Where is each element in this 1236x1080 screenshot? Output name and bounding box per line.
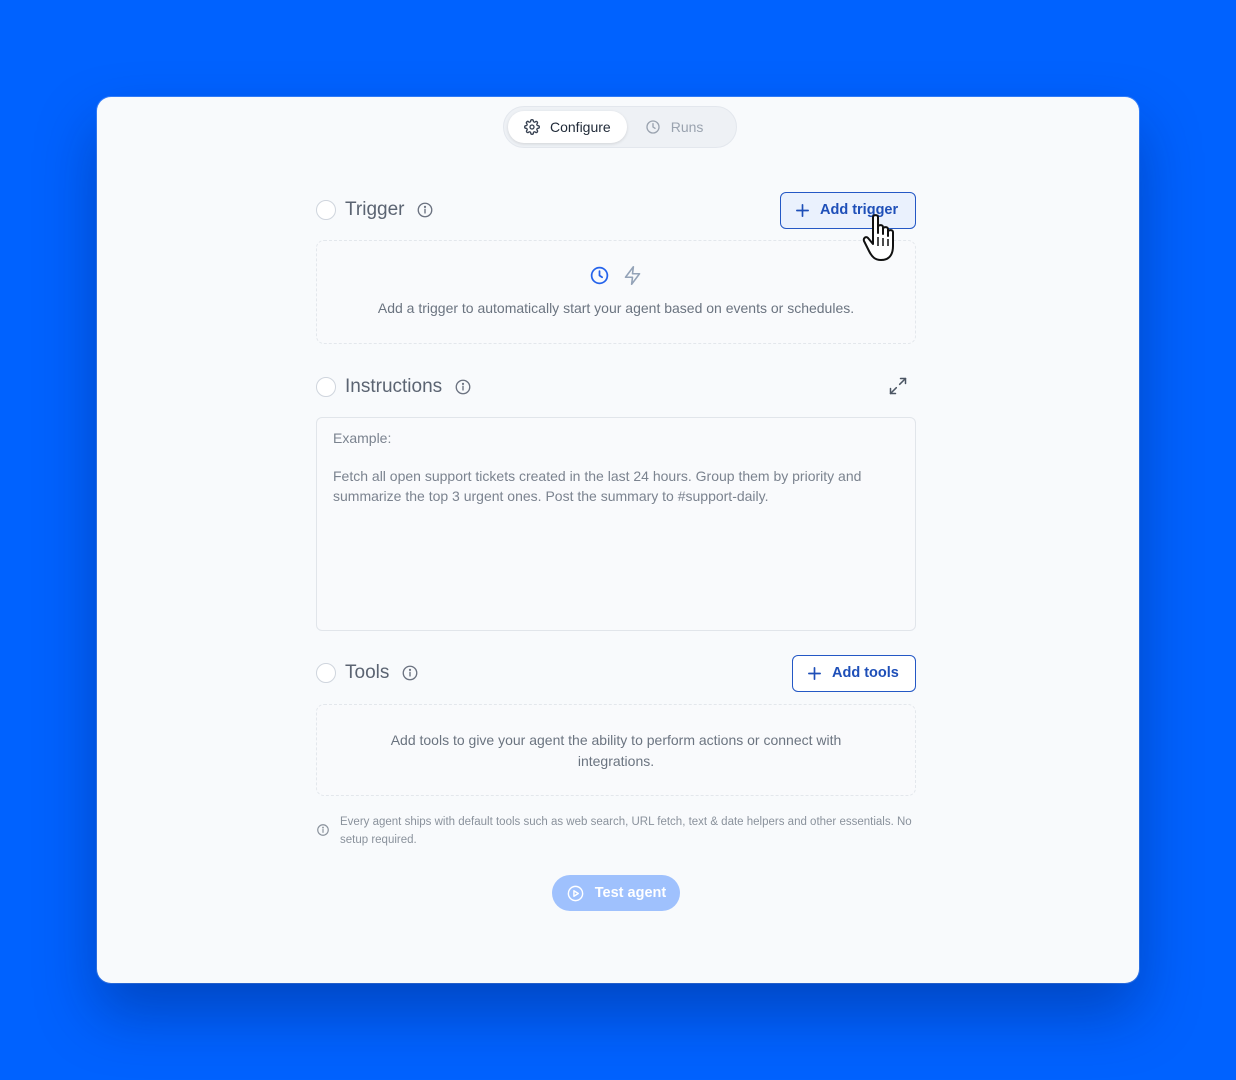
gear-icon xyxy=(524,119,540,135)
hand-cursor-icon xyxy=(862,214,894,261)
instructions-status-radio xyxy=(316,377,336,397)
lightning-icon xyxy=(624,265,641,286)
info-icon[interactable] xyxy=(401,664,419,682)
tab-configure[interactable]: Configure xyxy=(508,111,627,143)
trigger-title: Trigger xyxy=(345,199,405,220)
instructions-placeholder-label: Example: xyxy=(333,430,392,446)
info-icon[interactable] xyxy=(416,201,434,219)
test-agent-label: Test agent xyxy=(594,885,667,901)
test-agent-button[interactable]: Test agent xyxy=(552,875,680,911)
default-tools-note: Every agent ships with default tools suc… xyxy=(316,813,916,849)
trigger-empty-state: Add a trigger to automatically start you… xyxy=(316,240,916,344)
play-circle-icon xyxy=(567,885,584,901)
tools-title: Tools xyxy=(345,662,390,683)
clock-icon xyxy=(590,266,609,285)
info-icon[interactable] xyxy=(454,378,472,396)
trigger-empty-text: Add a trigger to automatically start you… xyxy=(377,300,855,316)
plus-icon xyxy=(808,666,821,680)
tools-empty-text: Add tools to give your agent the ability… xyxy=(390,732,842,769)
trigger-section-header: Trigger Add trigger xyxy=(316,191,916,229)
expand-icon[interactable] xyxy=(888,376,908,396)
instructions-textarea[interactable]: Example: Fetch all open support tickets … xyxy=(316,417,916,631)
instructions-title: Instructions xyxy=(345,376,443,397)
tools-empty-state: Add tools to give your agent the ability… xyxy=(316,704,916,796)
add-tools-button[interactable]: Add tools xyxy=(792,654,916,692)
instructions-section-header: Instructions xyxy=(316,368,916,406)
tab-configure-label: Configure xyxy=(550,119,611,135)
default-tools-note-text: Every agent ships with default tools suc… xyxy=(340,816,912,846)
info-icon xyxy=(317,824,329,836)
tools-status-radio xyxy=(316,663,336,683)
tab-runs[interactable]: Runs xyxy=(629,111,720,143)
tab-runs-label: Runs xyxy=(670,119,704,135)
instructions-placeholder-body: Fetch all open support tickets created i… xyxy=(333,468,862,504)
tools-section-header: Tools Add tools xyxy=(316,654,916,692)
add-tools-label: Add tools xyxy=(832,665,899,681)
clock-icon xyxy=(646,120,660,134)
trigger-status-radio xyxy=(316,200,336,220)
view-tabs: Configure Runs xyxy=(503,106,737,148)
plus-icon xyxy=(796,203,809,217)
app-window: Configure Runs Trigger Add trigger Add a… xyxy=(97,97,1139,983)
